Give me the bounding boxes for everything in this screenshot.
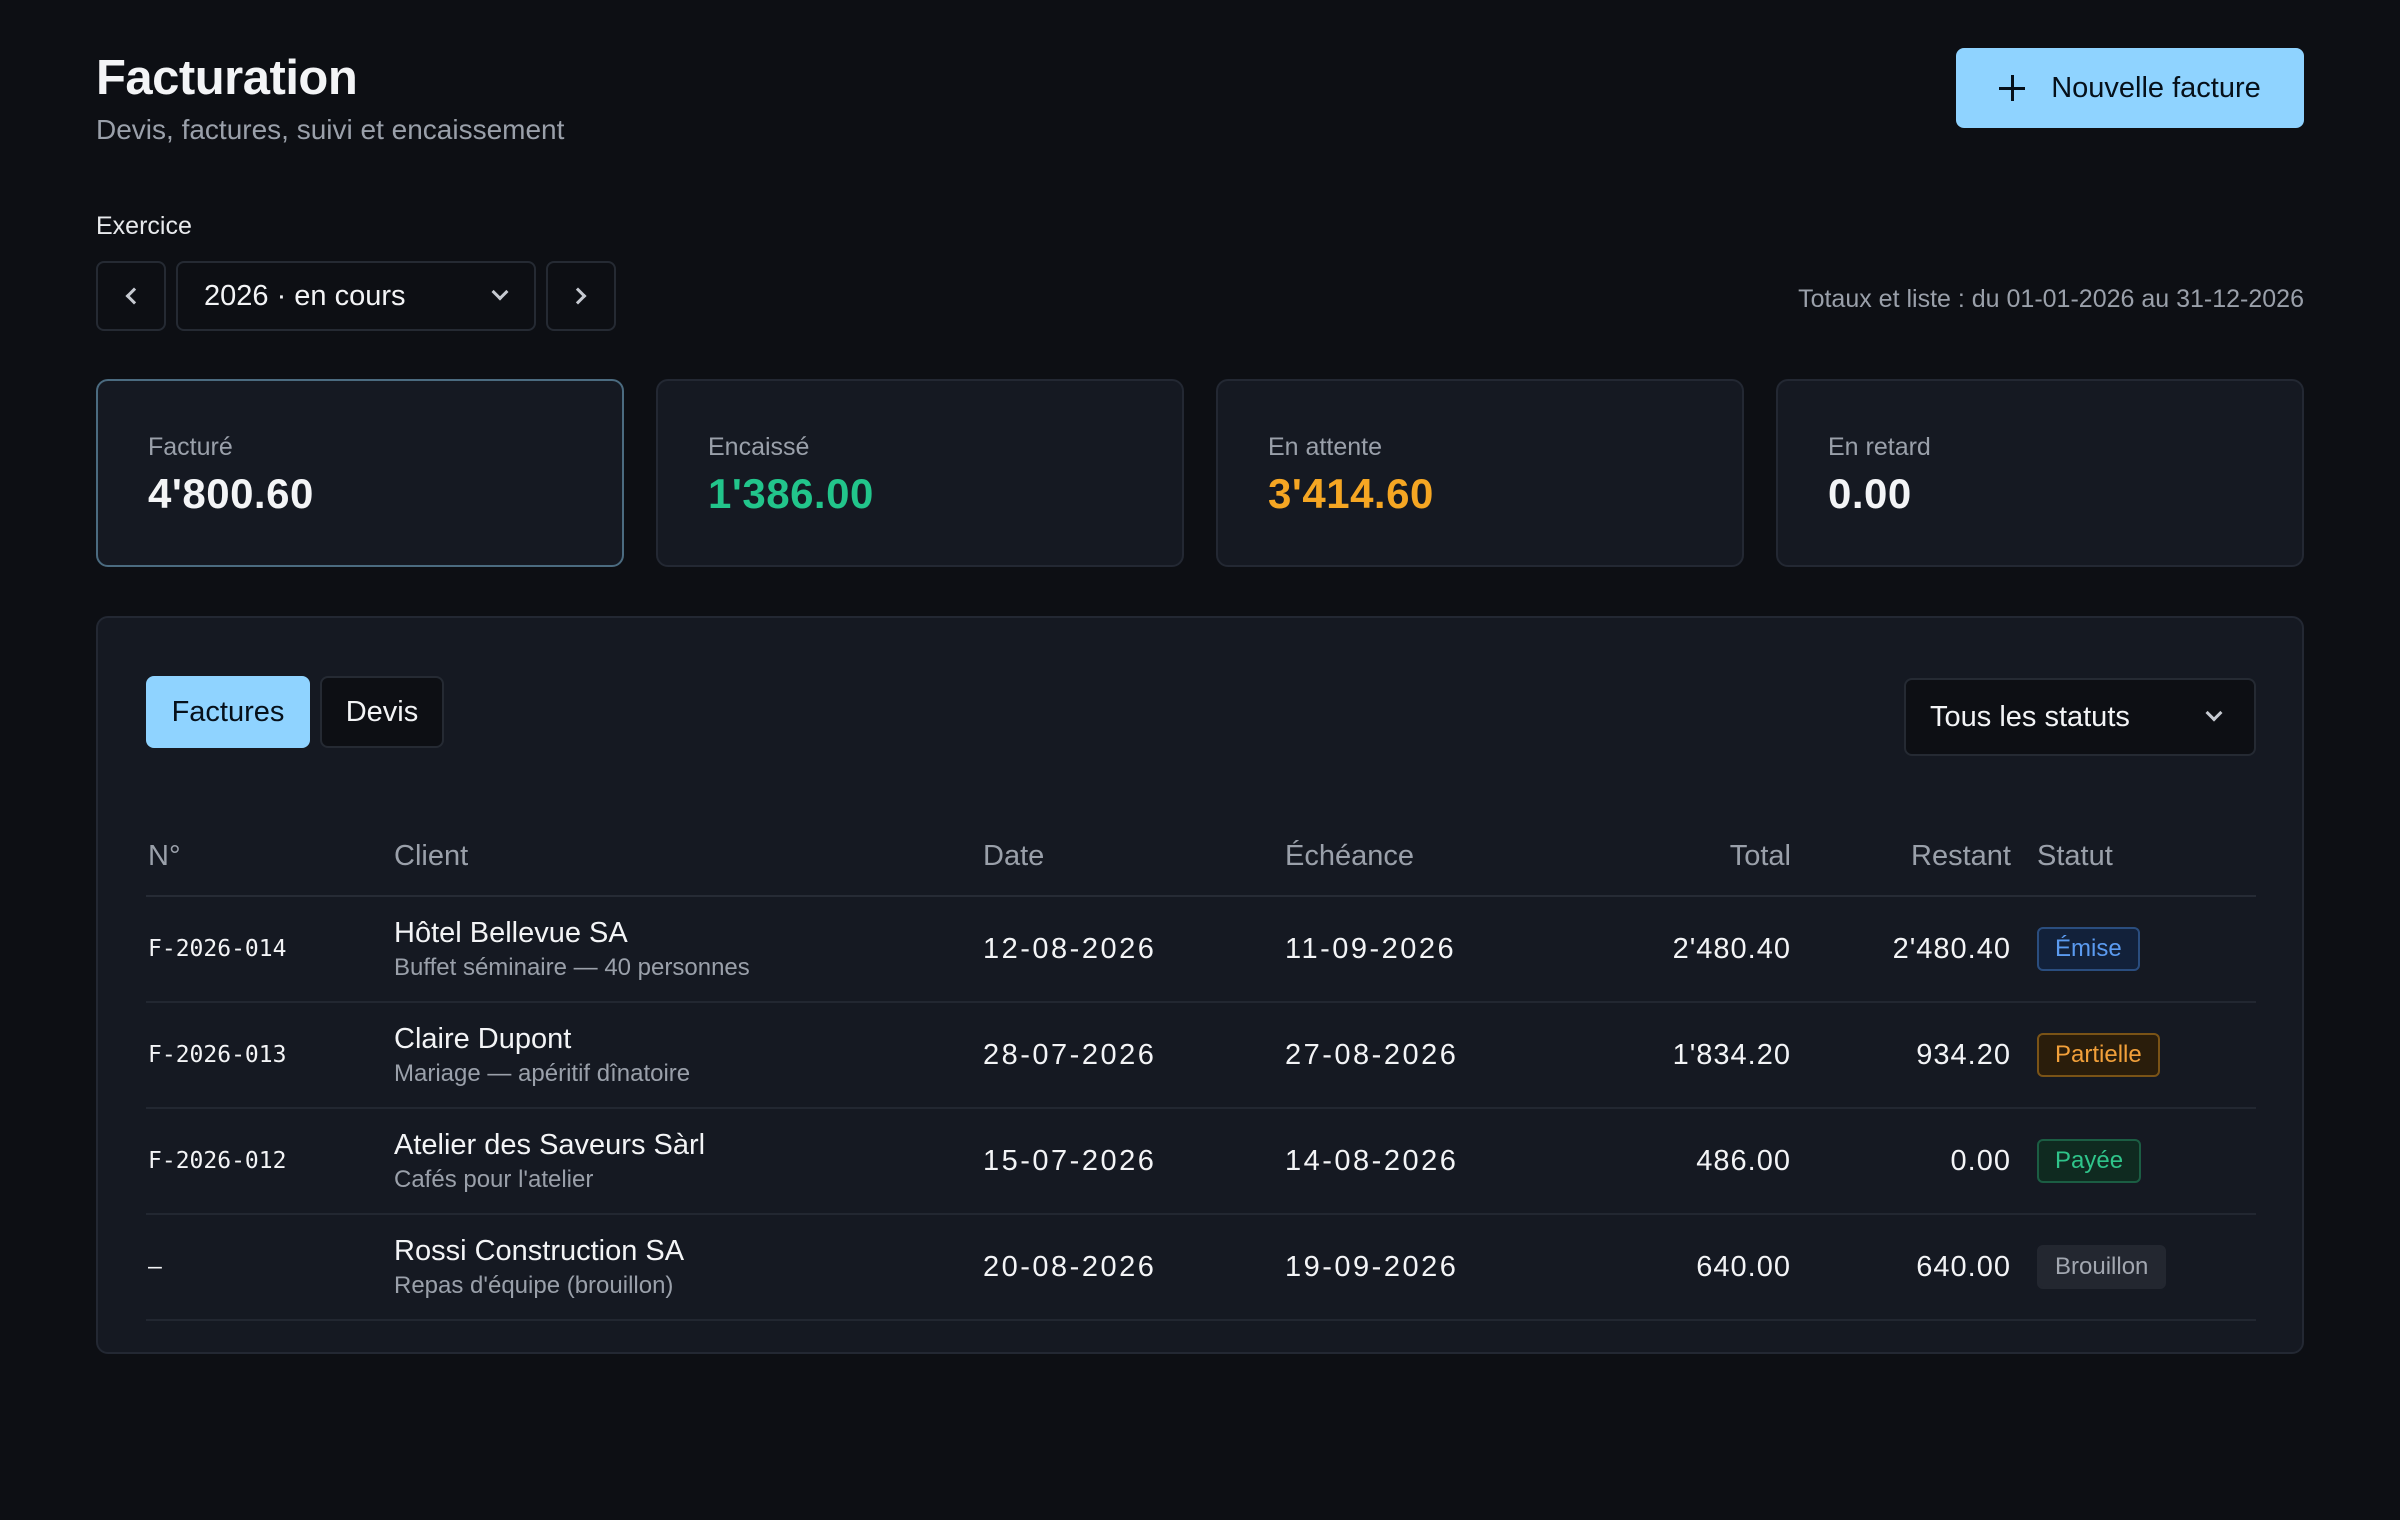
status-cell: Partielle: [2011, 1002, 2256, 1109]
table-row[interactable]: – Rossi Construction SA Repas d'équipe (…: [146, 1214, 2256, 1321]
period-text: Totaux et liste : du 01-01-2026 au 31-12…: [1798, 285, 2304, 313]
client-name: Hôtel Bellevue SA: [394, 916, 628, 949]
stat-label: Facturé: [148, 433, 233, 461]
column-header-client[interactable]: Client: [394, 818, 983, 897]
table-row[interactable]: F-2026-014 Hôtel Bellevue SA Buffet sémi…: [146, 896, 2256, 1003]
client-description: Buffet séminaire — 40 personnes: [394, 953, 750, 981]
invoice-number: F-2026-013: [146, 1002, 394, 1109]
client-description: Mariage — apéritif dînatoire: [394, 1059, 691, 1087]
status-badge: Émise: [2037, 927, 2140, 971]
invoice-number: F-2026-014: [146, 896, 394, 1003]
exercise-select[interactable]: 2026 · en cours: [176, 261, 536, 331]
tab-quotes[interactable]: Devis: [320, 676, 444, 748]
status-cell: Brouillon: [2011, 1214, 2256, 1321]
table-header-row: N° Client Date Échéance Total Restant St…: [146, 818, 2256, 897]
page-subtitle: Devis, factures, suivi et encaissement: [96, 114, 565, 145]
tab-invoices[interactable]: Factures: [146, 676, 310, 748]
table-row[interactable]: F-2026-013 Claire Dupont Mariage — apéri…: [146, 1002, 2256, 1109]
status-cell: Émise: [2011, 896, 2256, 1003]
client-description: Cafés pour l'atelier: [394, 1165, 594, 1193]
client-name: Claire Dupont: [394, 1022, 572, 1055]
stat-label: En retard: [1828, 433, 1931, 461]
due-date: 14-08-2026: [1285, 1108, 1585, 1215]
invoice-date: 28-07-2026: [983, 1002, 1285, 1109]
due-date: 27-08-2026: [1285, 1002, 1585, 1109]
invoice-date: 12-08-2026: [983, 896, 1285, 1003]
invoice-number: –: [146, 1214, 394, 1321]
billing-page: Facturation Devis, factures, suivi et en…: [0, 0, 2400, 1520]
status-filter-select[interactable]: Tous les statuts: [1904, 678, 2256, 756]
client-cell: Atelier des Saveurs Sàrl Cafés pour l'at…: [394, 1108, 983, 1215]
remaining-amount: 0.00: [1791, 1108, 2011, 1215]
remaining-amount: 2'480.40: [1791, 896, 2011, 1003]
chevron-left-icon: [125, 287, 143, 305]
remaining-amount: 934.20: [1791, 1002, 2011, 1109]
column-header-date[interactable]: Date: [983, 818, 1285, 897]
column-header-number[interactable]: N°: [146, 818, 394, 897]
stat-value: 3'414.60: [1268, 470, 1434, 517]
exercise-label: Exercice: [96, 212, 192, 240]
previous-year-button[interactable]: [96, 261, 166, 331]
status-badge: Brouillon: [2037, 1245, 2167, 1289]
documents-panel: Factures Devis Tous les statuts N° Clien…: [96, 616, 2304, 1354]
stat-card-billed[interactable]: Facturé 4'800.60: [96, 379, 624, 567]
client-cell: Rossi Construction SA Repas d'équipe (br…: [394, 1214, 983, 1321]
next-year-button[interactable]: [546, 261, 616, 331]
stat-label: En attente: [1268, 433, 1382, 461]
new-invoice-button[interactable]: Nouvelle facture: [1956, 48, 2304, 128]
column-header-status[interactable]: Statut: [2011, 818, 2256, 897]
exercise-select-value: 2026 · en cours: [204, 279, 406, 312]
stat-card-overdue[interactable]: En retard 0.00: [1776, 379, 2304, 567]
plus-icon: [1999, 75, 2026, 101]
total-amount: 640.00: [1585, 1214, 1791, 1321]
stat-value: 0.00: [1828, 470, 1912, 517]
client-name: Atelier des Saveurs Sàrl: [394, 1128, 706, 1161]
status-filter-value: Tous les statuts: [1930, 700, 2130, 733]
invoice-date: 15-07-2026: [983, 1108, 1285, 1215]
due-date: 11-09-2026: [1285, 896, 1585, 1003]
remaining-amount: 640.00: [1791, 1214, 2011, 1321]
total-amount: 1'834.20: [1585, 1002, 1791, 1109]
client-description: Repas d'équipe (brouillon): [394, 1271, 674, 1299]
due-date: 19-09-2026: [1285, 1214, 1585, 1321]
chevron-down-icon: [491, 283, 509, 301]
chevron-right-icon: [569, 287, 587, 305]
table-row[interactable]: F-2026-012 Atelier des Saveurs Sàrl Café…: [146, 1108, 2256, 1215]
invoice-number: F-2026-012: [146, 1108, 394, 1215]
stat-card-collected[interactable]: Encaissé 1'386.00: [656, 379, 1184, 567]
invoice-date: 20-08-2026: [983, 1214, 1285, 1321]
new-invoice-label: Nouvelle facture: [2051, 71, 2261, 104]
status-cell: Payée: [2011, 1108, 2256, 1215]
column-header-due-date[interactable]: Échéance: [1285, 818, 1585, 897]
column-header-remaining[interactable]: Restant: [1791, 818, 2011, 897]
client-cell: Hôtel Bellevue SA Buffet séminaire — 40 …: [394, 896, 983, 1003]
client-name: Rossi Construction SA: [394, 1234, 685, 1267]
status-badge: Payée: [2037, 1139, 2142, 1183]
invoices-table: N° Client Date Échéance Total Restant St…: [146, 818, 2256, 1321]
status-badge: Partielle: [2037, 1033, 2160, 1077]
stat-label: Encaissé: [708, 433, 810, 461]
stat-card-pending[interactable]: En attente 3'414.60: [1216, 379, 1744, 567]
stat-value: 1'386.00: [708, 470, 874, 517]
total-amount: 2'480.40: [1585, 896, 1791, 1003]
total-amount: 486.00: [1585, 1108, 1791, 1215]
column-header-total[interactable]: Total: [1585, 818, 1791, 897]
page-title: Facturation: [96, 51, 358, 105]
chevron-down-icon: [2205, 704, 2223, 722]
stat-value: 4'800.60: [148, 470, 314, 517]
client-cell: Claire Dupont Mariage — apéritif dînatoi…: [394, 1002, 983, 1109]
